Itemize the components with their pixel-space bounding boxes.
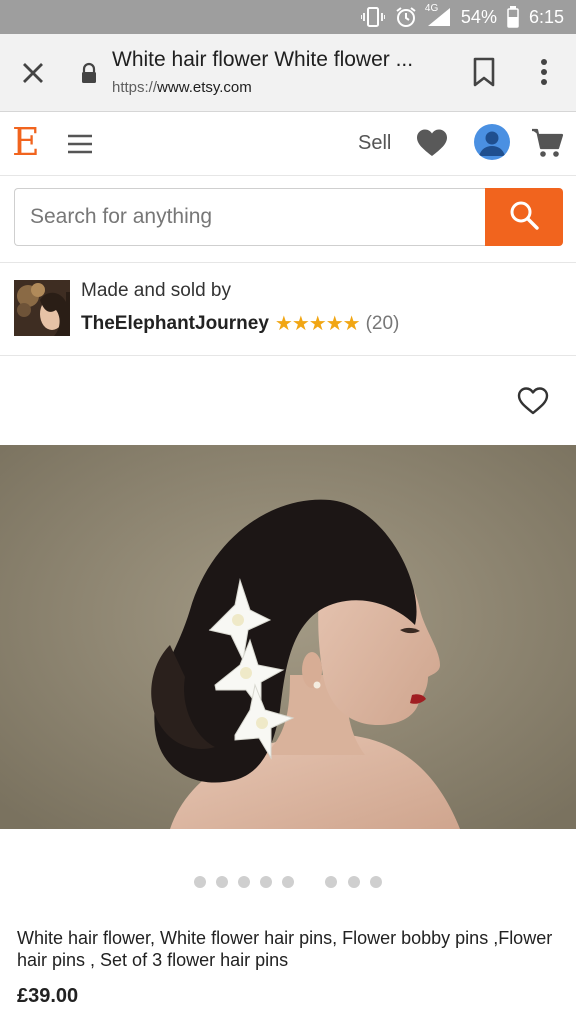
- carousel-dot[interactable]: [325, 876, 337, 888]
- carousel-dot[interactable]: [282, 876, 294, 888]
- search-input[interactable]: [14, 188, 485, 246]
- vibrate-icon: [360, 7, 385, 27]
- shop-row: TheElephantJourney ★★★★★ (20): [81, 311, 399, 336]
- heart-icon[interactable]: [416, 128, 448, 158]
- search-icon: [509, 200, 539, 235]
- signal-icon: 4G: [425, 3, 451, 27]
- battery-percent: 54%: [460, 6, 497, 27]
- lock-icon[interactable]: [80, 62, 98, 84]
- review-count[interactable]: (20): [366, 313, 400, 335]
- url-domain: www.etsy.com: [157, 79, 252, 96]
- cart-icon[interactable]: [530, 126, 564, 160]
- seller-info: Made and sold by TheElephantJourney ★★★★…: [0, 263, 576, 356]
- sell-link[interactable]: Sell: [358, 132, 391, 155]
- close-icon[interactable]: [18, 58, 48, 88]
- product-photo[interactable]: [0, 445, 576, 829]
- search-bar: [14, 188, 563, 248]
- carousel-dot[interactable]: [238, 876, 250, 888]
- carousel-dot[interactable]: [260, 876, 272, 888]
- status-bar: 4G 54% 6:15: [0, 0, 576, 34]
- battery-icon: [507, 6, 519, 28]
- shop-name-link[interactable]: TheElephantJourney: [81, 313, 269, 335]
- search-button[interactable]: [485, 188, 563, 246]
- made-by-label: Made and sold by: [81, 280, 231, 301]
- alarm-icon: [395, 6, 417, 28]
- network-type: 4G: [424, 3, 439, 14]
- site-header: E Sell: [0, 112, 576, 176]
- carousel-dot[interactable]: [370, 876, 382, 888]
- listing-price: £39.00: [17, 985, 79, 1007]
- url-text[interactable]: https://www.etsy.com: [112, 79, 252, 96]
- etsy-logo[interactable]: E: [12, 120, 40, 164]
- carousel-dot[interactable]: [348, 876, 360, 888]
- carousel-dots: [0, 876, 576, 890]
- browser-url-bar: White hair flower White flower ... https…: [0, 34, 576, 112]
- page-title[interactable]: White hair flower White flower ...: [112, 48, 442, 72]
- shop-avatar[interactable]: [14, 280, 70, 336]
- url-scheme: https://: [112, 79, 158, 96]
- more-vert-icon[interactable]: [532, 56, 556, 88]
- listing-title: White hair flower, White flower hair pin…: [17, 928, 553, 970]
- carousel-dot[interactable]: [194, 876, 206, 888]
- menu-icon[interactable]: [66, 130, 94, 158]
- clock-time: 6:15: [528, 6, 564, 27]
- avatar-icon[interactable]: [474, 124, 510, 160]
- bookmark-icon[interactable]: [470, 56, 498, 88]
- carousel-dot[interactable]: [216, 876, 228, 888]
- rating-stars: ★★★★★: [274, 313, 361, 335]
- favorite-item-icon[interactable]: [517, 386, 549, 416]
